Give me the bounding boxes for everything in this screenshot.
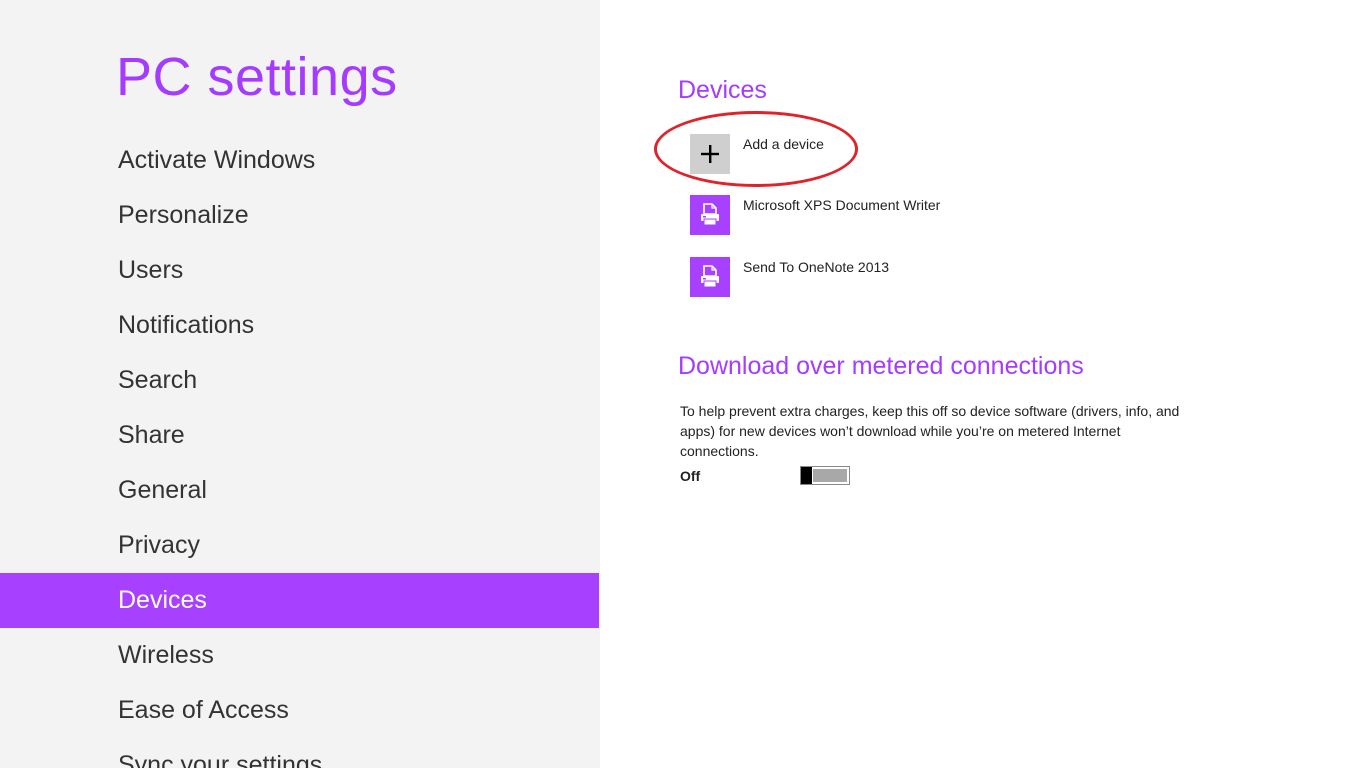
sidebar-item-devices[interactable]: Devices [0,573,599,628]
sidebar-item-search[interactable]: Search [0,353,599,408]
sidebar-item-privacy[interactable]: Privacy [0,518,599,573]
device-name: Microsoft XPS Document Writer [743,197,941,213]
device-name: Send To OneNote 2013 [743,259,890,275]
devices-heading: Devices [678,76,767,104]
printer-icon [690,257,730,297]
device-item-onenote[interactable]: Send To OneNote 2013 [690,257,1090,301]
toggle-track [813,469,847,482]
sidebar-item-sync-settings[interactable]: Sync your settings [0,738,599,768]
toggle-state-label: Off [680,468,701,484]
metered-description: To help prevent extra charges, keep this… [680,403,1180,459]
printer-icon [690,195,730,235]
metered-download-toggle[interactable] [800,466,850,485]
plus-icon [690,134,730,174]
sidebar-item-activate-windows[interactable]: Activate Windows [0,133,599,188]
add-device-button[interactable]: Add a device [690,134,1090,178]
sidebar-item-wireless[interactable]: Wireless [0,628,599,683]
sidebar-item-personalize[interactable]: Personalize [0,188,599,243]
sidebar-item-share[interactable]: Share [0,408,599,463]
add-device-label: Add a device [743,136,824,152]
sidebar-item-users[interactable]: Users [0,243,599,298]
sidebar-item-general[interactable]: General [0,463,599,518]
settings-nav: Activate Windows Personalize Users Notif… [0,133,599,768]
devices-pane: Devices Add a device Microsoft XPS Docum… [600,0,1366,768]
device-item-xps-writer[interactable]: Microsoft XPS Document Writer [690,195,1090,239]
toggle-thumb [801,467,812,484]
sidebar-item-notifications[interactable]: Notifications [0,298,599,353]
sidebar-item-ease-of-access[interactable]: Ease of Access [0,683,599,738]
sidebar: PC settings Activate Windows Personalize… [0,0,600,768]
page-title: PC settings [116,47,398,107]
metered-heading: Download over metered connections [678,352,1084,380]
